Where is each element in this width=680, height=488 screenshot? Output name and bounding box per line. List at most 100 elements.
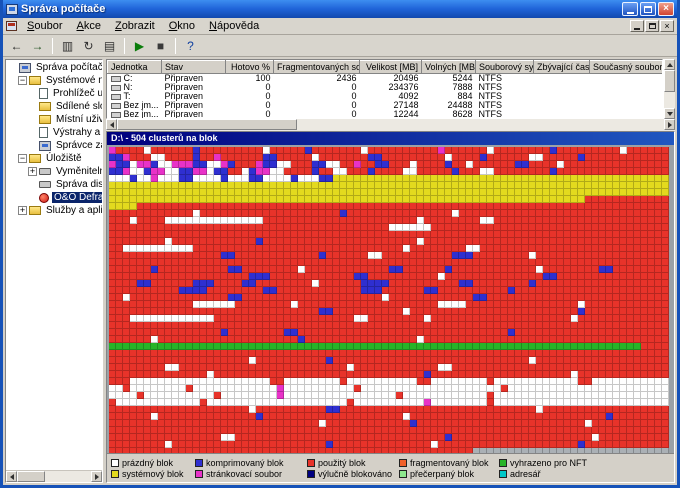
maximize-button[interactable] xyxy=(640,2,656,16)
tree-scroll-left-button[interactable] xyxy=(6,471,17,482)
refresh-button[interactable]: ↻ xyxy=(79,37,98,55)
column-header[interactable]: Zbývající čas xyxy=(534,61,590,74)
cluster-cell xyxy=(130,154,137,161)
menu-item-action[interactable]: Akce xyxy=(69,19,107,33)
title-bar[interactable]: Správa počítače × xyxy=(3,0,677,18)
tree-item-services-apps[interactable]: +Služby a aplikace xyxy=(6,204,102,217)
cluster-cell xyxy=(445,168,452,175)
menu-item-help[interactable]: Nápověda xyxy=(202,19,266,33)
list-scroll-right-button[interactable] xyxy=(664,119,675,130)
tree-item-performance-logs[interactable]: Výstrahy a protokolování vý xyxy=(6,126,102,139)
expand-icon[interactable]: + xyxy=(18,206,27,215)
tree-item-root[interactable]: Správa počítače (místní) xyxy=(6,61,102,74)
cluster-cell xyxy=(550,224,557,231)
expand-icon[interactable]: + xyxy=(28,167,37,176)
start-defrag-button[interactable]: ▶ xyxy=(130,37,149,55)
column-header[interactable]: Hotovo % xyxy=(226,61,274,74)
cluster-cell xyxy=(627,308,634,315)
child-minimize-button[interactable] xyxy=(630,20,644,32)
cluster-cell xyxy=(634,259,641,266)
cluster-cell xyxy=(347,364,354,371)
tree-item-disk-management[interactable]: Správa disků xyxy=(6,178,102,191)
cluster-cell xyxy=(123,441,130,448)
table-cell: Připraven xyxy=(162,110,226,119)
cluster-cell xyxy=(648,329,655,336)
table-row[interactable]: T:Připraven004092884NTFS xyxy=(108,92,663,101)
table-row[interactable]: N:Připraven002343767888NTFS xyxy=(108,83,663,92)
tree-item-device-manager[interactable]: Správce zařízení xyxy=(6,139,102,152)
cluster-cell xyxy=(298,182,305,189)
child-close-button[interactable]: × xyxy=(660,20,674,32)
tree-horizontal-scrollbar[interactable] xyxy=(6,470,102,482)
cluster-cell xyxy=(662,434,669,441)
collapse-icon[interactable]: − xyxy=(18,76,27,85)
cluster-cell xyxy=(249,399,256,406)
legend-item: systémový blok xyxy=(111,469,195,479)
cluster-cell xyxy=(151,154,158,161)
back-button[interactable]: ← xyxy=(7,37,26,55)
column-header[interactable]: Fragmentovaných souborů xyxy=(274,61,360,74)
properties-button[interactable]: ▤ xyxy=(100,37,119,55)
column-header[interactable]: Velikost [MB] xyxy=(360,61,422,74)
column-header[interactable]: Současný soubor/adresář xyxy=(590,61,663,74)
cluster-cell xyxy=(214,196,221,203)
cluster-cell xyxy=(634,378,641,385)
cluster-cell xyxy=(536,245,543,252)
close-button[interactable]: × xyxy=(658,2,674,16)
cluster-cell xyxy=(627,252,634,259)
cluster-cell xyxy=(165,434,172,441)
list-vertical-scrollbar[interactable] xyxy=(663,59,675,119)
cluster-cell xyxy=(319,245,326,252)
cluster-map-grid[interactable] xyxy=(109,147,669,453)
tree-item-storage[interactable]: −Úložiště xyxy=(6,152,102,165)
table-row[interactable]: Bez jm...Připraven002714824488NTFS xyxy=(108,101,663,110)
cluster-cell xyxy=(417,175,424,182)
column-header[interactable]: Stav xyxy=(162,61,226,74)
tree-scroll-thumb[interactable] xyxy=(17,471,45,482)
table-row[interactable]: Bez jm...Připraven00122448628NTFS xyxy=(108,110,663,119)
cluster-cell xyxy=(473,329,480,336)
tree-item-oo-defrag[interactable]: O&O Defrag 2000 Freeware xyxy=(6,191,102,204)
table-row[interactable]: C:Připraven1002436204965244NTFS xyxy=(108,74,663,84)
child-restore-button[interactable] xyxy=(645,20,659,32)
list-scroll-down-button[interactable] xyxy=(664,108,675,119)
tree-item-shared-folders[interactable]: Sdílené složky xyxy=(6,100,102,113)
cluster-cell xyxy=(466,294,473,301)
list-scroll-left-button[interactable] xyxy=(106,119,117,130)
cluster-cell xyxy=(536,350,543,357)
list-horizontal-scrollbar[interactable] xyxy=(106,119,675,131)
list-scroll-up-button[interactable] xyxy=(664,59,675,70)
menu-item-view[interactable]: Zobrazit xyxy=(108,19,162,33)
cluster-cell xyxy=(277,315,284,322)
help-button[interactable]: ? xyxy=(181,37,200,55)
minimize-button[interactable] xyxy=(622,2,638,16)
stop-defrag-button[interactable]: ■ xyxy=(151,37,170,55)
forward-button[interactable]: → xyxy=(28,37,47,55)
collapse-icon[interactable]: − xyxy=(18,154,27,163)
folder-icon xyxy=(29,206,41,215)
show-tree-button[interactable]: ▥ xyxy=(58,37,77,55)
cluster-cell xyxy=(431,287,438,294)
list-hscroll-thumb[interactable] xyxy=(117,119,297,130)
tree-item-local-users[interactable]: Místní uživatelé a skupiny xyxy=(6,113,102,126)
list-vscroll-thumb[interactable] xyxy=(664,70,675,92)
cluster-cell xyxy=(410,420,417,427)
tree-scroll-right-button[interactable] xyxy=(91,471,102,482)
cluster-cell xyxy=(298,210,305,217)
cluster-cell xyxy=(270,196,277,203)
cluster-cell xyxy=(382,413,389,420)
column-header[interactable]: Jednotka xyxy=(108,61,162,74)
cluster-cell xyxy=(235,196,242,203)
column-header[interactable]: Volných [MB] xyxy=(422,61,476,74)
column-header[interactable]: Souborový systém xyxy=(476,61,534,74)
table-cell xyxy=(590,92,663,101)
menu-item-window[interactable]: Okno xyxy=(162,19,202,33)
cluster-cell xyxy=(445,329,452,336)
tree-item-removable-storage[interactable]: +Vyměnitelné úložiště xyxy=(6,165,102,178)
tree-item-event-viewer[interactable]: Prohlížeč událostí xyxy=(6,87,102,100)
menu-item-file[interactable]: Soubor xyxy=(20,19,69,33)
cluster-cell xyxy=(459,196,466,203)
cluster-cell xyxy=(550,231,557,238)
cluster-cell xyxy=(277,273,284,280)
tree-item-system-tools[interactable]: −Systémové nástroje xyxy=(6,74,102,87)
